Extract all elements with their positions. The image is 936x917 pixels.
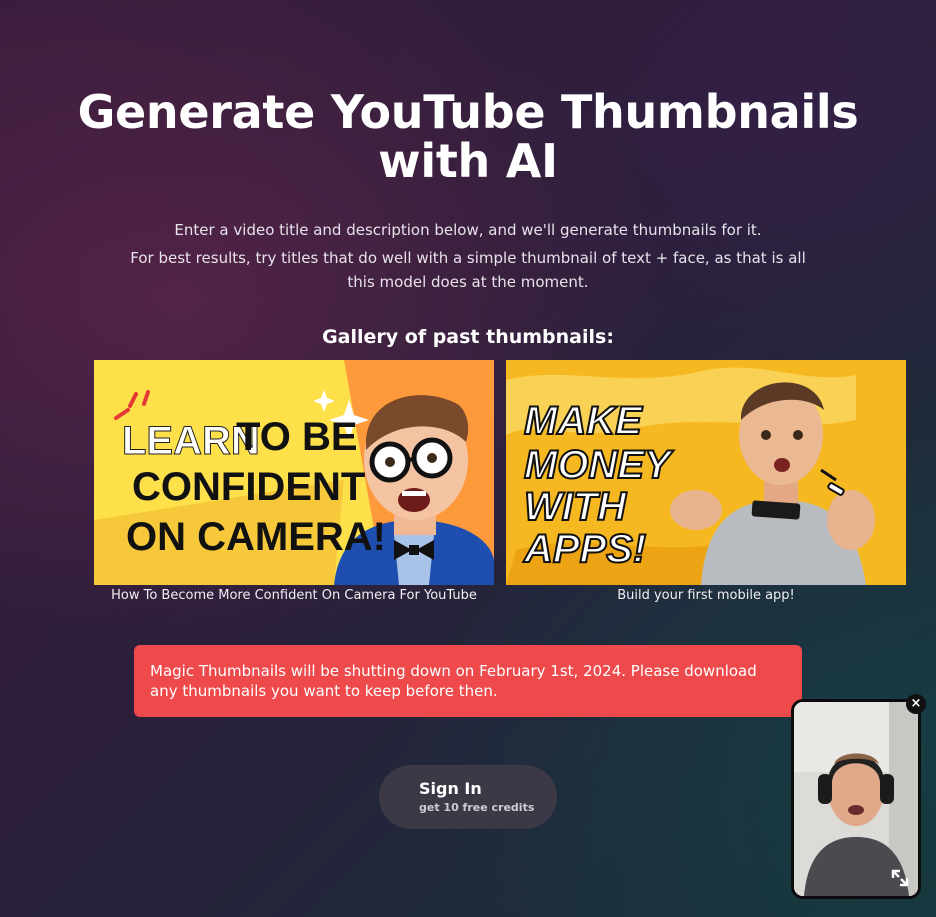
gallery-item[interactable]: LEARN TO BE CONFIDENT ON CAMERA! How To … xyxy=(94,360,494,603)
intro-line-2: For best results, try titles that do wel… xyxy=(130,249,806,291)
thumbnail-caption: How To Become More Confident On Camera F… xyxy=(111,588,477,603)
svg-text:WITH: WITH xyxy=(524,485,627,529)
shutdown-notice: Magic Thumbnails will be shutting down o… xyxy=(134,645,802,717)
thumbnail-art: LEARN TO BE CONFIDENT ON CAMERA! xyxy=(94,360,494,585)
title-line-1: Generate YouTube Thumbnails xyxy=(77,85,859,139)
sign-in-button[interactable]: Sign In get 10 free credits xyxy=(379,765,557,829)
thumbnail-art: MAKE MONEY WITH APPS! xyxy=(506,360,906,585)
title-line-2: with AI xyxy=(378,134,558,188)
thumbnail-caption: Build your first mobile app! xyxy=(617,588,795,603)
svg-text:APPS!: APPS! xyxy=(523,527,646,571)
sign-in-label: Sign In xyxy=(419,779,482,798)
svg-text:MONEY: MONEY xyxy=(524,443,674,487)
thumbnail-image[interactable]: MAKE MONEY WITH APPS! xyxy=(506,360,906,585)
sign-in-sublabel: get 10 free credits xyxy=(419,801,535,814)
expand-icon[interactable] xyxy=(890,868,910,888)
page-title: Generate YouTube Thumbnails with AI xyxy=(0,88,936,186)
close-icon[interactable]: × xyxy=(906,694,926,714)
thumbnail-image[interactable]: LEARN TO BE CONFIDENT ON CAMERA! xyxy=(94,360,494,585)
intro-line-1: Enter a video title and description belo… xyxy=(174,221,762,239)
gallery-heading: Gallery of past thumbnails: xyxy=(322,326,614,348)
gallery-item[interactable]: MAKE MONEY WITH APPS! Build your first m… xyxy=(506,360,906,603)
video-overlay[interactable] xyxy=(791,699,921,899)
svg-text:TO BE: TO BE xyxy=(236,415,358,459)
svg-text:ON CAMERA!: ON CAMERA! xyxy=(126,515,386,559)
svg-text:CONFIDENT: CONFIDENT xyxy=(132,465,365,509)
video-frame xyxy=(794,702,918,896)
intro-text: Enter a video title and description belo… xyxy=(130,218,806,294)
svg-text:MAKE: MAKE xyxy=(524,399,643,443)
